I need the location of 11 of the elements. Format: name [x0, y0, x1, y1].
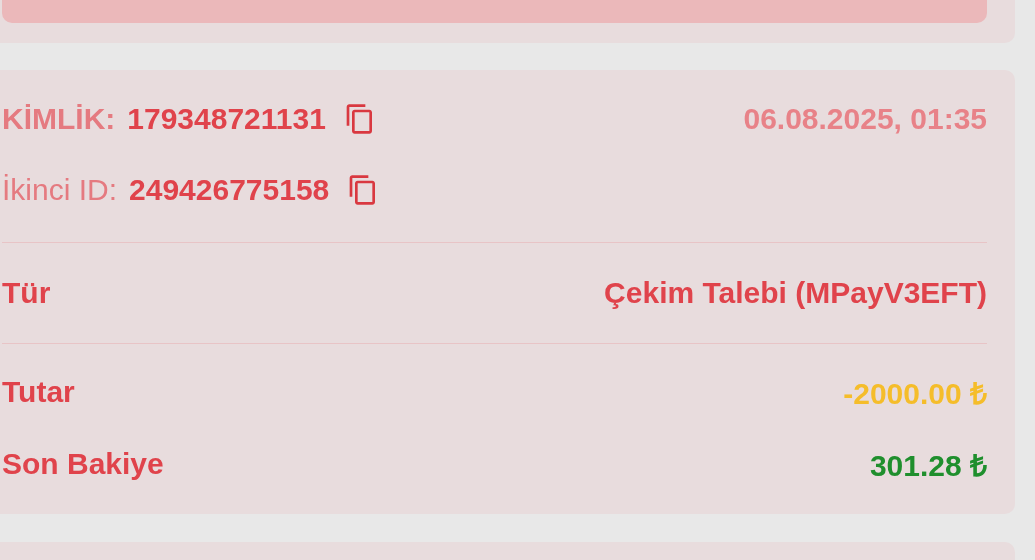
second-id-label: İkinci ID: [2, 173, 118, 207]
type-value: Çekim Talebi (MPayV3EFT) [604, 276, 987, 310]
amount-label: Tutar [2, 375, 75, 409]
amount-label: Son Bakiye [2, 447, 164, 481]
id-value: 179348721131 [127, 102, 326, 136]
amount-value: 301.28 ₺ [869, 447, 987, 484]
second-id-value: 249426775158 [129, 173, 330, 207]
amount-value: -2000.00 ₺ [843, 375, 987, 412]
type-label: Tür [2, 276, 51, 310]
id-label: KİMLİK: [2, 102, 116, 136]
date-time: 06.08.2025, 01:35 [743, 102, 987, 136]
